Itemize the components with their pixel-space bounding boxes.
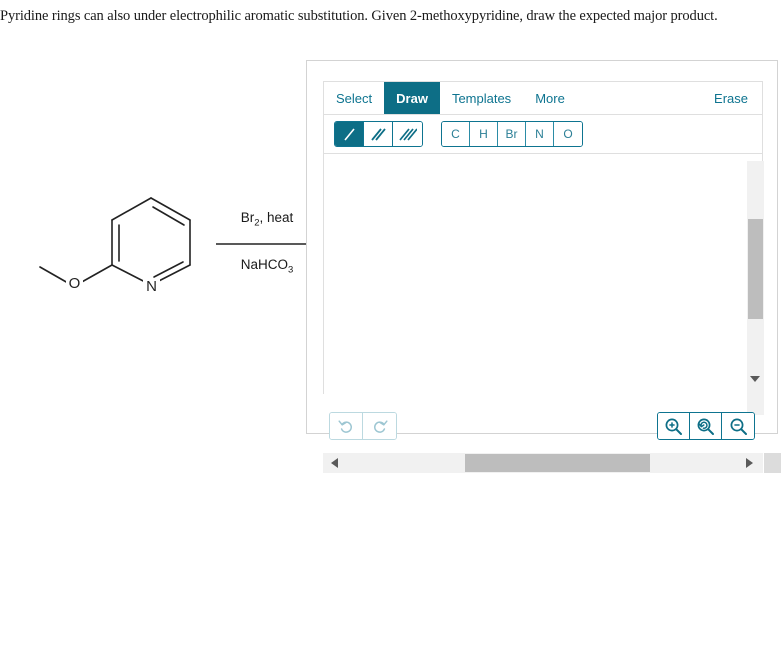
reaction-arrow-icon bbox=[216, 239, 319, 249]
editor-toolbar: Select Draw Templates More Erase C H Br … bbox=[323, 81, 763, 154]
redo-button[interactable] bbox=[363, 413, 396, 439]
atom-label-nitrogen: N bbox=[146, 278, 157, 295]
element-button-carbon[interactable]: C bbox=[442, 122, 470, 146]
tab-templates[interactable]: Templates bbox=[439, 82, 524, 114]
element-button-group: C H Br N O bbox=[441, 121, 583, 147]
tab-more[interactable]: More bbox=[523, 82, 577, 114]
tab-select[interactable]: Select bbox=[324, 82, 385, 114]
reaction-scheme: N O Br2, heat NaHCO3 bbox=[30, 185, 319, 320]
draw-tools-row: C H Br N O bbox=[323, 114, 763, 154]
zoom-button-group bbox=[657, 412, 755, 440]
element-button-hydrogen[interactable]: H bbox=[470, 122, 498, 146]
molecule-editor-panel: Select Draw Templates More Erase C H Br … bbox=[306, 60, 781, 473]
erase-button[interactable]: Erase bbox=[702, 82, 762, 114]
single-bond-icon bbox=[343, 127, 355, 141]
element-button-bromine[interactable]: Br bbox=[498, 122, 526, 146]
drawing-canvas[interactable] bbox=[323, 154, 763, 394]
bond-tool-group bbox=[334, 121, 423, 147]
element-button-nitrogen[interactable]: N bbox=[526, 122, 554, 146]
zoom-reset-button[interactable] bbox=[690, 413, 722, 439]
single-bond-tool[interactable] bbox=[335, 122, 364, 146]
scroll-left-arrow-icon[interactable] bbox=[331, 458, 338, 468]
editor-tab-bar: Select Draw Templates More Erase bbox=[323, 81, 763, 114]
reagent-sodium-bicarbonate-subscript: 3 bbox=[287, 264, 294, 276]
scrollbar-corner bbox=[764, 453, 781, 473]
double-bond-tool[interactable] bbox=[364, 122, 393, 146]
triple-bond-icon bbox=[399, 127, 417, 141]
undo-button[interactable] bbox=[330, 413, 363, 439]
atom-label-oxygen: O bbox=[69, 275, 81, 292]
history-button-group bbox=[329, 412, 397, 440]
editor-bottom-controls bbox=[323, 411, 763, 447]
zoom-in-button[interactable] bbox=[658, 413, 690, 439]
redo-icon bbox=[374, 419, 388, 433]
canvas-vertical-scrollbar[interactable] bbox=[747, 161, 764, 415]
tab-draw[interactable]: Draw bbox=[384, 82, 440, 114]
element-button-oxygen[interactable]: O bbox=[554, 122, 582, 146]
vertical-scrollbar-thumb[interactable] bbox=[748, 219, 763, 319]
double-bond-icon bbox=[370, 127, 386, 141]
conditions-heat: , heat bbox=[259, 210, 294, 225]
triple-bond-tool[interactable] bbox=[393, 122, 422, 146]
question-prompt: Pyridine rings can also under electrophi… bbox=[0, 8, 718, 24]
zoom-out-button[interactable] bbox=[722, 413, 754, 439]
reagent-sodium-bicarbonate: NaHCO bbox=[240, 256, 288, 272]
undo-icon bbox=[337, 419, 352, 433]
scroll-down-arrow-icon[interactable] bbox=[750, 376, 760, 382]
zoom-in-icon bbox=[665, 418, 682, 435]
scroll-right-arrow-icon[interactable] bbox=[746, 458, 753, 468]
reagent-bromine: Br bbox=[240, 210, 255, 225]
zoom-reset-icon bbox=[697, 418, 714, 435]
horizontal-scrollbar-thumb[interactable] bbox=[465, 454, 650, 472]
zoom-out-icon bbox=[730, 418, 747, 435]
canvas-horizontal-scrollbar[interactable] bbox=[323, 453, 763, 473]
reactant-molecule-2-methoxypyridine: N O bbox=[39, 197, 191, 295]
